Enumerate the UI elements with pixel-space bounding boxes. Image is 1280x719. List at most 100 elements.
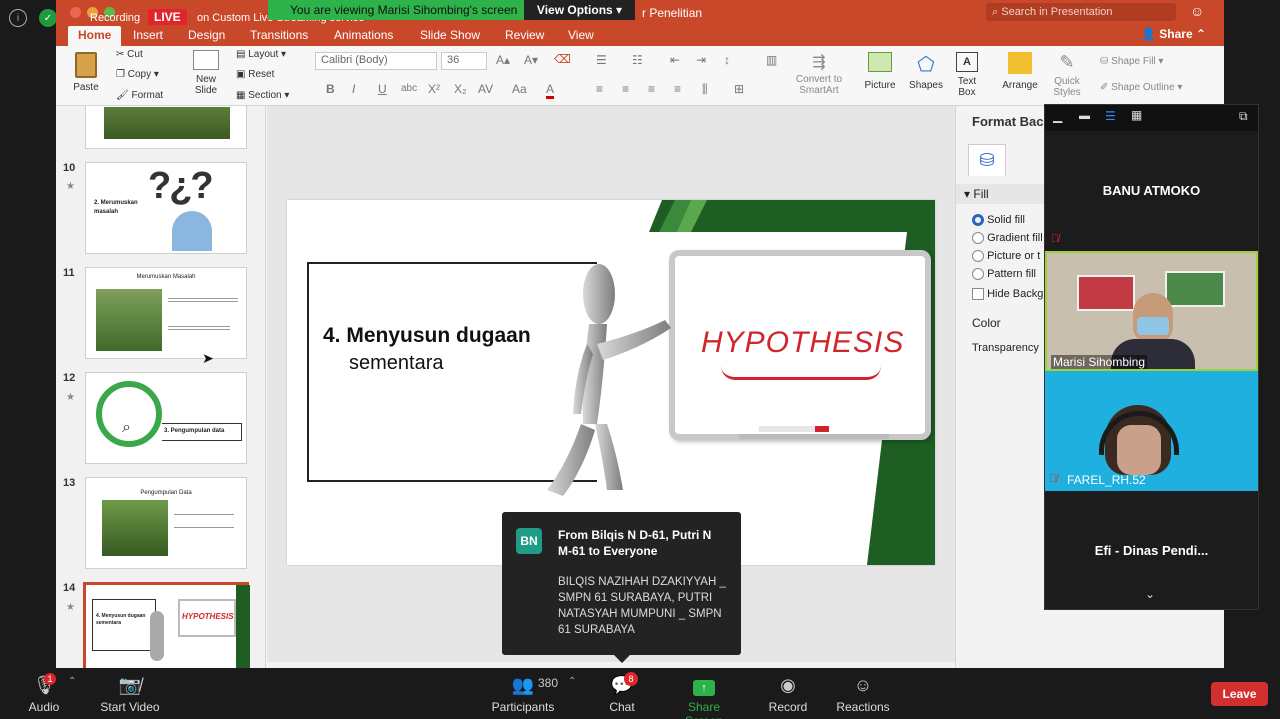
reset-button[interactable]: ▣ Reset xyxy=(236,69,274,80)
convert-smartart-button[interactable]: ⇶ Convert to SmartArt xyxy=(789,52,849,96)
chat-notification[interactable]: BN From Bilqis N D-61, Putri N M-61 to E… xyxy=(502,512,741,663)
tab-transitions[interactable]: Transitions xyxy=(250,26,308,46)
slide-number-14: 14 xyxy=(63,582,76,594)
tab-view[interactable]: View xyxy=(568,26,594,46)
layout-button[interactable]: ▤ Layout ▾ xyxy=(236,49,286,60)
marker-icon xyxy=(759,426,829,432)
collapse-ribbon-icon[interactable]: ⌃ xyxy=(1196,27,1206,41)
tile-efi[interactable]: Efi - Dinas Pendi... ⌄ xyxy=(1045,491,1258,609)
slide-heading-line2[interactable]: sementara xyxy=(349,352,444,375)
gradient-fill-radio[interactable]: Gradient fill xyxy=(972,232,1043,245)
pattern-fill-radio[interactable]: Pattern fill xyxy=(972,268,1036,281)
align-center-icon[interactable]: ≡ xyxy=(622,82,629,96)
quick-styles-button[interactable]: ✎ Quick Styles xyxy=(1050,52,1084,98)
start-video-button[interactable]: 📷̸ Start Video xyxy=(98,674,162,714)
share-screen-button[interactable]: ↑ Share Screen xyxy=(670,674,738,719)
tab-design[interactable]: Design xyxy=(188,26,225,46)
smiley-icon[interactable]: ☺ xyxy=(1190,3,1204,19)
current-slide[interactable]: 4. Menyusun dugaan sementara HYPOTHESIS xyxy=(287,200,935,565)
tab-insert[interactable]: Insert xyxy=(133,26,163,46)
leave-button[interactable]: Leave xyxy=(1211,682,1268,706)
view-options-button[interactable]: View Options ▾ xyxy=(524,0,635,20)
slide-thumb-14[interactable]: 4. Menyusun dugaan sementara HYPOTHESIS xyxy=(83,582,250,668)
tab-home[interactable]: Home xyxy=(68,26,122,46)
slide-thumb-12[interactable]: ⌕ 3. Pengumpulan data xyxy=(85,372,247,464)
align-text-icon[interactable]: ⊞ xyxy=(734,82,744,96)
underline-icon[interactable]: U xyxy=(378,82,387,96)
exit-panel-icon[interactable]: ⧉ xyxy=(1239,109,1248,124)
audio-options-chevron-icon[interactable]: ⌃ xyxy=(68,676,76,687)
increase-indent-icon[interactable]: ⇥ xyxy=(696,53,706,67)
change-case-icon[interactable]: Aa xyxy=(512,82,527,96)
format-painter-button[interactable]: 🖌 Format xyxy=(116,90,163,101)
section-button[interactable]: ▦ Section ▾ xyxy=(236,90,289,101)
textbox-button[interactable]: A Text Box xyxy=(952,52,982,98)
slide-thumb-11[interactable]: Merumuskan Masalah xyxy=(85,267,247,359)
share-button[interactable]: 👤 Share ⌃ xyxy=(1141,27,1206,41)
char-spacing-icon[interactable]: AV xyxy=(478,82,493,96)
solid-fill-radio[interactable]: Solid fill xyxy=(972,214,1025,227)
window-close-dot[interactable] xyxy=(70,7,81,18)
font-name-field[interactable]: Calibri (Body) xyxy=(315,52,437,70)
reactions-button[interactable]: ☺ Reactions xyxy=(836,674,890,714)
hide-background-checkbox[interactable]: Hide Backg xyxy=(972,288,1043,301)
record-button[interactable]: ◉ Record xyxy=(766,674,810,714)
pen-icon: ✐ xyxy=(1100,82,1109,93)
slide-thumbnails-panel[interactable]: 10 ★ 2. Merumuskan masalah ?¿? 11 Merumu… xyxy=(56,106,266,668)
slide-heading-line1[interactable]: 4. Menyusun dugaan xyxy=(323,324,531,348)
line-spacing-icon[interactable]: ↕ xyxy=(724,53,730,67)
justify-icon[interactable]: ≡ xyxy=(674,82,681,96)
fill-tab-icon[interactable]: ⛁ xyxy=(968,144,1006,176)
decrease-indent-icon[interactable]: ⇤ xyxy=(670,53,680,67)
shape-outline-button[interactable]: ✐ Shape Outline ▾ xyxy=(1100,82,1182,93)
shape-fill-button[interactable]: ⛁ Shape Fill ▾ xyxy=(1100,56,1163,67)
thumb-13-photo xyxy=(102,500,168,556)
numbering-icon[interactable]: ☷ xyxy=(632,53,643,67)
cut-button[interactable]: ✂ Cut xyxy=(116,49,143,60)
copy-button[interactable]: ❐ Copy ▾ xyxy=(116,69,159,80)
whiteboard-word[interactable]: HYPOTHESIS xyxy=(701,326,904,360)
info-icon[interactable]: i xyxy=(9,9,27,27)
thumbnail-view-icon[interactable]: ▬ xyxy=(1079,110,1090,122)
shapes-button[interactable]: ⬠ Shapes xyxy=(906,52,946,91)
tile-farel[interactable]: 🎙̸ FAREL_RH.52 xyxy=(1045,371,1258,491)
columns-icon[interactable]: ▥ xyxy=(766,53,777,67)
bullets-icon[interactable]: ☰ xyxy=(596,53,607,67)
search-placeholder: Search in Presentation xyxy=(1001,6,1113,18)
text-direction-icon[interactable]: ⫼ xyxy=(702,82,708,97)
chevron-down-icon[interactable]: ⌄ xyxy=(1145,587,1155,601)
align-right-icon[interactable]: ≡ xyxy=(648,82,655,96)
search-box[interactable]: ⌕ Search in Presentation xyxy=(986,3,1176,21)
decrease-font-icon[interactable]: A▾ xyxy=(524,53,538,67)
paste-button[interactable]: Paste xyxy=(68,52,104,93)
slide-thumb-10[interactable]: 2. Merumuskan masalah ?¿? xyxy=(85,162,247,254)
tab-animations[interactable]: Animations xyxy=(334,26,393,46)
live-badge[interactable]: LIVE xyxy=(148,9,187,25)
bold-icon[interactable]: B xyxy=(326,82,335,96)
tile-banu[interactable]: BANU ATMOKO 🎙̸ xyxy=(1045,131,1258,251)
participants-chevron-icon[interactable]: ⌃ xyxy=(568,676,576,687)
clear-format-icon[interactable]: ⌫ xyxy=(554,52,571,66)
tab-slide-show[interactable]: Slide Show xyxy=(420,26,480,46)
font-color-icon[interactable]: A xyxy=(546,82,555,99)
security-shield-icon[interactable]: ✓ xyxy=(39,9,57,27)
tab-review[interactable]: Review xyxy=(505,26,544,46)
slide-thumb-9-partial[interactable] xyxy=(85,106,247,149)
minimize-icon[interactable]: ▁ xyxy=(1053,109,1062,123)
slide-thumb-13[interactable]: Pengumpulan Data xyxy=(85,477,247,569)
font-size-field[interactable]: 36 xyxy=(441,52,487,70)
superscript-icon[interactable]: X² xyxy=(428,82,440,96)
tile-marisi[interactable]: Marisi Sihombing xyxy=(1045,251,1258,371)
increase-font-icon[interactable]: A▴ xyxy=(496,53,510,67)
picture-fill-radio[interactable]: Picture or t xyxy=(972,250,1040,263)
align-left-icon[interactable]: ≡ xyxy=(596,82,603,96)
italic-icon[interactable]: I xyxy=(352,82,355,96)
gallery-view-icon[interactable]: ▦ xyxy=(1131,108,1142,122)
new-slide-button[interactable]: New Slide xyxy=(189,50,223,96)
speaker-view-icon[interactable]: ☰ xyxy=(1105,109,1116,123)
strikethrough-icon[interactable]: abc xyxy=(401,83,417,94)
subscript-icon[interactable]: X₂ xyxy=(454,82,467,96)
arrange-button[interactable]: Arrange xyxy=(1000,52,1040,91)
shapes-label: Shapes xyxy=(909,80,943,91)
picture-button[interactable]: Picture xyxy=(860,52,900,91)
